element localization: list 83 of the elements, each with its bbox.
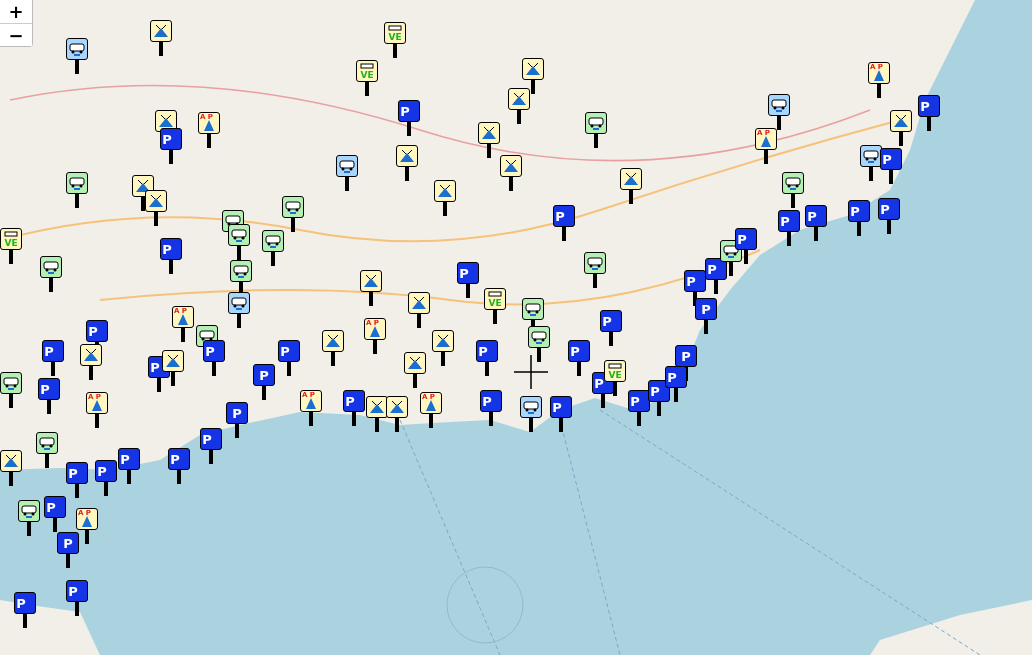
parking-moon-marker-icon[interactable]: P — [398, 100, 420, 122]
parking-marker-icon[interactable]: P — [675, 345, 697, 367]
parking-moon-marker-icon[interactable]: P — [160, 238, 182, 260]
parking-moon-marker-icon[interactable]: P — [684, 270, 706, 292]
zoom-out-button[interactable]: − — [0, 23, 32, 46]
camper-marker-icon[interactable] — [18, 500, 40, 522]
tent-marker-icon[interactable] — [522, 58, 544, 80]
camper-marker-icon[interactable] — [262, 230, 284, 252]
parking-moon-marker-icon[interactable]: P — [805, 205, 827, 227]
camper-marker-icon[interactable] — [66, 172, 88, 194]
tent-marker-icon[interactable] — [80, 344, 102, 366]
tent-marker-icon[interactable] — [162, 350, 184, 372]
camper-marker-icon[interactable] — [230, 260, 252, 282]
camper-marker-icon[interactable] — [860, 145, 882, 167]
parking-moon-marker-icon[interactable]: P — [457, 262, 479, 284]
camper-marker-icon[interactable] — [36, 432, 58, 454]
camper-marker-icon[interactable] — [520, 396, 542, 418]
tent-marker-icon[interactable] — [366, 396, 388, 418]
parking-moon-marker-icon[interactable]: P — [118, 448, 140, 470]
tent-marker-icon[interactable] — [434, 180, 456, 202]
tent-marker-icon[interactable] — [322, 330, 344, 352]
camper-marker-icon[interactable] — [40, 256, 62, 278]
camper-marker-icon[interactable] — [336, 155, 358, 177]
tent-marker-icon[interactable] — [360, 270, 382, 292]
parking-moon-marker-icon[interactable]: P — [42, 340, 64, 362]
parking-marker-icon[interactable]: P — [57, 532, 79, 554]
parking-moon-marker-icon[interactable]: P — [14, 592, 36, 614]
parking-moon-marker-icon[interactable]: P — [160, 128, 182, 150]
camper-marker-icon[interactable] — [782, 172, 804, 194]
parking-moon-marker-icon[interactable]: P — [918, 95, 940, 117]
parking-moon-marker-icon[interactable]: P — [203, 340, 225, 362]
parking-moon-marker-icon[interactable]: P — [778, 210, 800, 232]
tent-marker-icon[interactable] — [386, 396, 408, 418]
parking-moon-marker-icon[interactable]: P — [878, 198, 900, 220]
parking-moon-marker-icon[interactable]: P — [480, 390, 502, 412]
tent-marker-icon[interactable] — [500, 155, 522, 177]
parking-marker-icon[interactable]: P — [695, 298, 717, 320]
tent-marker-icon[interactable] — [145, 190, 167, 212]
parking-moon-marker-icon[interactable]: P — [44, 496, 66, 518]
crosshair-icon — [514, 355, 548, 389]
camper-marker-icon[interactable] — [282, 196, 304, 218]
tent-marker-icon[interactable] — [508, 88, 530, 110]
camper-marker-icon[interactable] — [768, 94, 790, 116]
parking-moon-marker-icon[interactable]: P — [848, 200, 870, 222]
tent-marker-icon[interactable] — [408, 292, 430, 314]
camper-marker-icon[interactable] — [0, 372, 22, 394]
parking-moon-marker-icon[interactable]: P — [66, 580, 88, 602]
parking-moon-marker-icon[interactable]: P — [628, 390, 650, 412]
parking-moon-marker-icon[interactable]: P — [95, 460, 117, 482]
camper-marker-icon[interactable] — [522, 298, 544, 320]
parking-marker-icon[interactable]: P — [226, 402, 248, 424]
parking-moon-marker-icon[interactable]: P — [476, 340, 498, 362]
parking-moon-marker-icon[interactable]: P — [168, 448, 190, 470]
parking-moon-marker-icon[interactable]: P — [553, 205, 575, 227]
parking-moon-marker-icon[interactable]: P — [86, 320, 108, 342]
parking-moon-marker-icon[interactable]: P — [705, 258, 727, 280]
parking-marker-icon[interactable]: P — [253, 364, 275, 386]
tent-marker-icon[interactable] — [620, 168, 642, 190]
parking-moon-marker-icon[interactable]: P — [38, 378, 60, 400]
camper-marker-icon[interactable] — [228, 224, 250, 246]
parking-moon-marker-icon[interactable]: P — [200, 428, 222, 450]
parking-moon-marker-icon[interactable]: P — [550, 396, 572, 418]
parking-moon-marker-icon[interactable]: P — [343, 390, 365, 412]
tent-marker-icon[interactable] — [396, 145, 418, 167]
tent-marker-icon[interactable] — [890, 110, 912, 132]
parking-moon-marker-icon[interactable]: P — [600, 310, 622, 332]
tent-marker-icon[interactable] — [404, 352, 426, 374]
parking-moon-marker-icon[interactable]: P — [665, 366, 687, 388]
parking-moon-marker-icon[interactable]: P — [278, 340, 300, 362]
camper-marker-icon[interactable] — [585, 112, 607, 134]
tent-marker-icon[interactable] — [150, 20, 172, 42]
parking-moon-marker-icon[interactable]: P — [568, 340, 590, 362]
tent-marker-icon[interactable] — [132, 175, 154, 197]
tent-marker-icon[interactable] — [432, 330, 454, 352]
parking-moon-marker-icon[interactable]: P — [66, 462, 88, 484]
camper-marker-icon[interactable] — [584, 252, 606, 274]
tent-marker-icon[interactable] — [0, 450, 22, 472]
tent-marker-icon[interactable] — [478, 122, 500, 144]
parking-moon-marker-icon[interactable]: P — [880, 148, 902, 170]
parking-moon-marker-icon[interactable]: P — [735, 228, 757, 250]
camper-marker-icon[interactable] — [528, 326, 550, 348]
camper-marker-icon[interactable] — [228, 292, 250, 314]
camper-marker-icon[interactable] — [66, 38, 88, 60]
